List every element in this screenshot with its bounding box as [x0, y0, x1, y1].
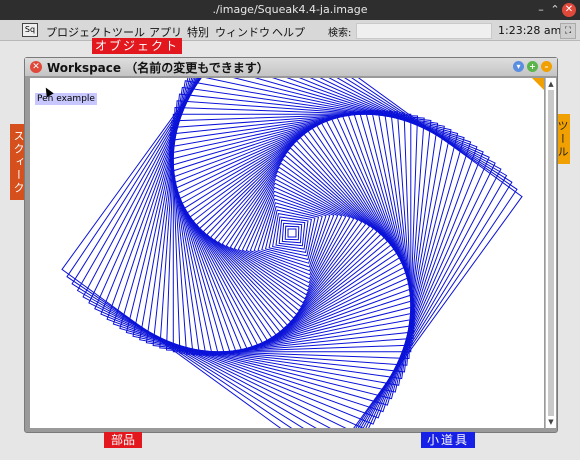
pen-stroke-square — [233, 174, 351, 292]
scroll-down-icon[interactable]: ▼ — [546, 417, 556, 427]
minimize-icon[interactable]: – — [534, 3, 548, 17]
pen-stroke-square — [257, 198, 327, 268]
pen-stroke-square — [206, 147, 378, 319]
collapse-icon[interactable]: – — [541, 61, 552, 72]
pen-stroke-square — [192, 133, 392, 333]
objects-flap-tab[interactable]: オブジェクト — [92, 38, 182, 54]
pen-stroke-square — [183, 124, 401, 342]
pen-stroke-square — [152, 93, 432, 373]
supplies-flap-tab[interactable]: 部品 — [104, 432, 142, 448]
os-titlebar: ./image/Squeak4.4-ja.image – ⌃ ✕ — [0, 0, 580, 20]
pen-stroke-square — [179, 120, 405, 346]
menu-special[interactable]: 特別 — [187, 24, 209, 40]
search-input[interactable] — [356, 23, 492, 39]
window-title: ./image/Squeak4.4-ja.image — [212, 3, 368, 16]
pen-stroke-square — [170, 111, 414, 355]
scroll-up-icon[interactable]: ▲ — [546, 79, 556, 89]
pen-stroke-square — [186, 127, 398, 339]
pen-stroke-square — [268, 209, 316, 257]
pen-stroke-square — [169, 110, 415, 356]
pen-stroke-square — [170, 111, 414, 355]
widgets-flap-tab[interactable]: 小道具 — [421, 432, 475, 448]
pen-stroke-square — [217, 158, 367, 308]
fullscreen-icon[interactable]: ⛶ — [560, 23, 576, 39]
pen-stroke-square — [168, 109, 416, 357]
pen-stroke-square — [272, 213, 312, 253]
menu-bar: Sq プロジェクト ツール アプリ 特別 ウィンドウ ヘルプ 検索: 1:23:… — [0, 20, 580, 41]
workspace-canvas[interactable]: Pen example — [30, 78, 544, 428]
workspace-window: ✕ Workspace （名前の変更もできます） ▾ + – Pen examp… — [24, 57, 558, 433]
pen-stroke-square — [168, 109, 416, 357]
pen-example-label[interactable]: Pen example — [35, 93, 97, 105]
pen-stroke-square — [229, 170, 355, 296]
vertical-scrollbar[interactable]: ▲ ▼ — [545, 78, 556, 428]
close-icon[interactable]: ✕ — [30, 61, 42, 73]
expand-icon[interactable]: + — [527, 61, 538, 72]
workspace-titlebar[interactable]: ✕ Workspace （名前の変更もできます） ▾ + – — [25, 58, 557, 77]
corner-flap-icon[interactable] — [532, 78, 544, 90]
maximize-icon[interactable]: ⌃ — [548, 3, 562, 17]
pen-stroke-square — [176, 117, 408, 349]
search-label: 検索: — [328, 28, 352, 39]
pen-stroke-square — [174, 115, 410, 351]
pen-stroke-square — [245, 186, 339, 280]
pen-stroke-square — [169, 110, 415, 356]
pen-stroke-square — [169, 110, 415, 356]
pen-stroke-square — [275, 216, 309, 250]
scroll-track[interactable] — [548, 90, 554, 416]
menu-icon[interactable]: ▾ — [513, 61, 524, 72]
pen-stroke-square — [100, 78, 484, 425]
pen-stroke-square — [284, 225, 300, 241]
pen-stroke-square — [264, 205, 320, 261]
pen-stroke-square — [168, 109, 416, 357]
squeak-logo-icon[interactable]: Sq — [22, 23, 38, 37]
clock: 1:23:28 am — [498, 24, 562, 37]
pen-stroke-square — [199, 140, 385, 326]
workspace-title: Workspace （名前の変更もできます） — [47, 61, 269, 75]
menu-help[interactable]: ヘルプ — [272, 24, 305, 40]
menu-window[interactable]: ウィンドウ — [215, 24, 270, 40]
pen-stroke-square — [173, 114, 411, 352]
pen-drawing — [61, 78, 523, 428]
close-icon[interactable]: ✕ — [562, 3, 576, 17]
pen-stroke-square — [287, 228, 297, 238]
